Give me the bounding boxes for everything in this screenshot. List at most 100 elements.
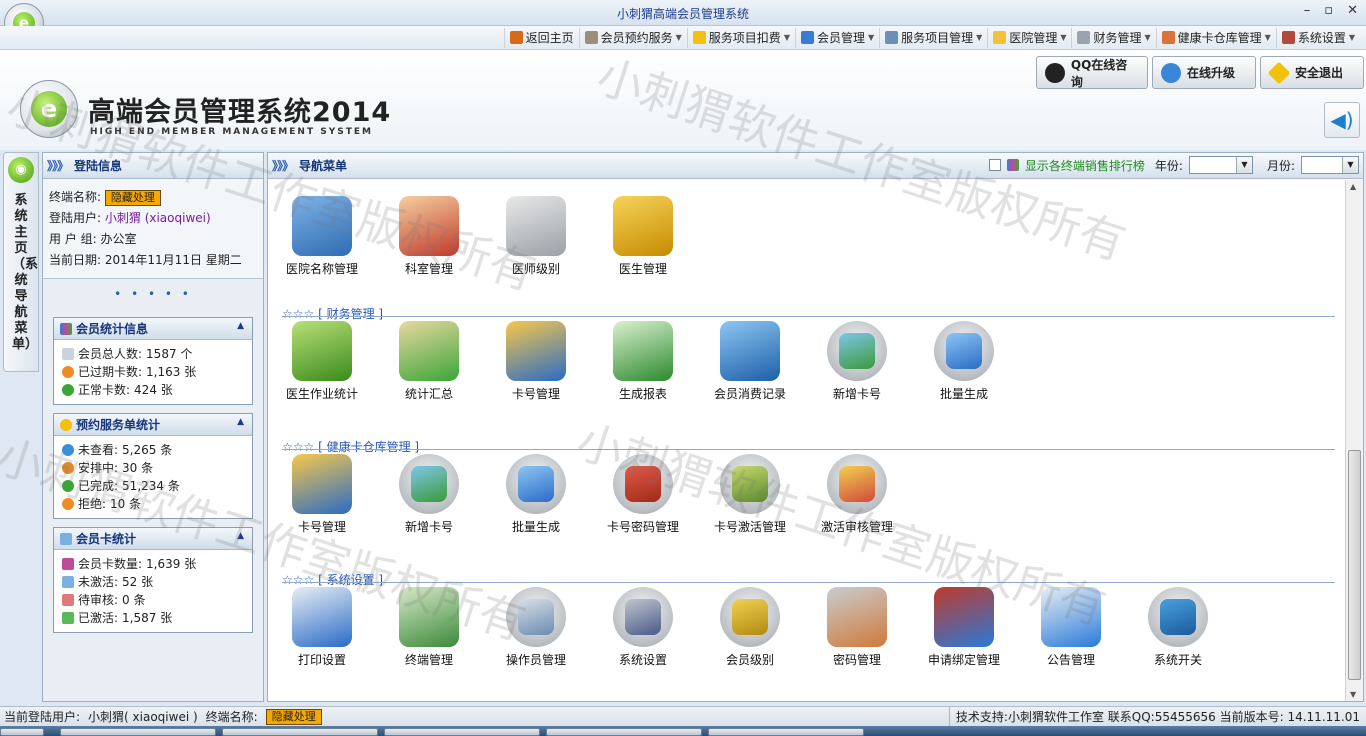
nav-tile-credit-card[interactable]: 卡号管理 xyxy=(272,454,372,535)
close-button[interactable]: ✕ xyxy=(1347,3,1358,18)
nav-tile-operator[interactable]: 操作员管理 xyxy=(486,587,586,668)
safe-exit-button[interactable]: 安全退出 xyxy=(1260,56,1364,89)
minimize-button[interactable]: – xyxy=(1304,3,1311,18)
nav-tile-person-gold[interactable]: 医生管理 xyxy=(593,196,693,277)
collapse-arrow-icon[interactable]: ▲ xyxy=(237,531,244,541)
nav-tile-padlock-user[interactable]: 密码管理 xyxy=(807,587,907,668)
menu-item-document[interactable]: 财务管理 ▼ xyxy=(1071,27,1155,48)
nav-tile-label: 医院名称管理 xyxy=(285,262,358,276)
collapse-arrow-icon[interactable]: ▲ xyxy=(237,321,244,331)
online-upgrade-button[interactable]: 在线升级 xyxy=(1152,56,1256,89)
booking-stats-header[interactable]: 预约服务单统计 ▲ xyxy=(54,414,252,436)
year-select[interactable]: ▼ xyxy=(1188,156,1253,174)
nav-tile-shop[interactable]: 终端管理 xyxy=(379,587,479,668)
chevron-down-icon[interactable]: ▼ xyxy=(1349,33,1355,42)
nav-tile-camera[interactable]: 系统设置 xyxy=(593,587,693,668)
taskbar-item[interactable] xyxy=(384,728,540,736)
scroll-up-icon[interactable]: ▲ xyxy=(1350,182,1356,191)
nav-tile-map[interactable]: 卡号激活管理 xyxy=(700,454,800,535)
maximize-button[interactable]: ▫ xyxy=(1324,3,1333,18)
chevron-down-icon[interactable]: ▼ xyxy=(868,33,874,42)
nav-tile-outbound-details[interactable]: 会员消费记录 xyxy=(700,321,800,402)
stat-row: 未查看: 5,265 条 xyxy=(62,441,244,459)
tag-icon xyxy=(1161,31,1175,44)
nav-tile-picture[interactable]: 新增卡号 xyxy=(807,321,907,402)
chevron-down-icon[interactable]: ▼ xyxy=(784,33,790,42)
check-icon xyxy=(62,384,74,396)
login-info-body: 终端名称: 隐藏处理 登陆用户: 小刺猬 (xiaoqiwei) 用 户 组: … xyxy=(43,179,263,279)
nav-tile-house-cross[interactable]: 科室管理 xyxy=(379,196,479,277)
taskbar-item[interactable] xyxy=(60,728,216,736)
check-icon xyxy=(62,480,74,492)
menu-item-list[interactable]: 服务项目管理 ▼ xyxy=(879,27,987,48)
system-home-tab[interactable]: ◉ 系统主页（系统导航菜单） xyxy=(3,152,39,372)
card-stats-header[interactable]: 会员卡统计 ▲ xyxy=(54,528,252,550)
chevron-down-icon[interactable]: ▼ xyxy=(1265,33,1271,42)
qq-consult-button[interactable]: QQ在线咨询 xyxy=(1036,56,1148,89)
nav-tile-globe-wall[interactable]: 申请绑定管理 xyxy=(914,587,1014,668)
chevron-down-icon[interactable]: ▼ xyxy=(976,33,982,42)
credit-card-icon xyxy=(506,321,566,381)
shop-icon xyxy=(399,587,459,647)
growth-chart-icon xyxy=(399,321,459,381)
nav-menu-header: 》》》 导航菜单 显示各终端销售排行榜 年份: ▼ 月份: ▼ xyxy=(268,153,1363,179)
taskbar-item[interactable] xyxy=(546,728,702,736)
nav-tile-label: 卡号激活管理 xyxy=(713,520,786,534)
nav-tile-chat-bubble[interactable]: 会员级别 xyxy=(700,587,800,668)
nav-tile-label: 公告管理 xyxy=(1046,653,1095,667)
menu-bar: 返回主页 会员预约服务 ▼ 服务项目扣费 ▼ 会员管理 ▼ 服务项目管理 ▼ 医院管理 ▼ 财务管理 ▼… xyxy=(0,26,1366,50)
menu-item-home[interactable]: 返回主页 xyxy=(503,27,579,48)
stat-label: 未查看: xyxy=(78,443,119,457)
vertical-scrollbar[interactable]: ▲ ▼ xyxy=(1345,180,1363,701)
nav-tile-printer[interactable]: 打印设置 xyxy=(272,587,372,668)
scroll-down-icon[interactable]: ▼ xyxy=(1350,690,1356,699)
status-terminal-badge: 隐藏处理 xyxy=(265,708,322,725)
chevron-down-icon[interactable]: ▼ xyxy=(1145,33,1151,42)
menu-item-tag[interactable]: 健康卡仓库管理 ▼ xyxy=(1155,27,1276,48)
nav-tile-label: 卡号管理 xyxy=(511,387,560,401)
scrollbar-thumb[interactable] xyxy=(1348,450,1361,680)
nav-tile-thermometer[interactable]: 批量生成 xyxy=(486,454,586,535)
stat-label: 会员总人数: xyxy=(78,347,143,361)
nav-tile-growth-chart[interactable]: 统计汇总 xyxy=(379,321,479,402)
stat-value: 52 张 xyxy=(122,575,154,589)
menu-item-star[interactable]: 服务项目扣费 ▼ xyxy=(686,27,795,48)
chevron-down-icon[interactable]: ▼ xyxy=(676,33,682,42)
nav-tile-megaphone[interactable]: 公告管理 xyxy=(1021,587,1121,668)
taskbar-item[interactable] xyxy=(222,728,378,736)
panel-splitter[interactable]: • • • • • xyxy=(43,279,263,309)
nav-tile-first-aid-kit[interactable]: 医师级别 xyxy=(486,196,586,277)
taskbar-item[interactable] xyxy=(708,728,864,736)
member-stats-header[interactable]: 会员统计信息 ▲ xyxy=(54,318,252,340)
menu-item-user[interactable]: 会员管理 ▼ xyxy=(794,27,879,48)
chevron-down-icon[interactable]: ▼ xyxy=(1060,33,1066,42)
header-banner: e 高端会员管理系统2014 HIGH END MEMBER MANAGEMEN… xyxy=(0,50,1366,150)
stat-label: 已过期卡数: xyxy=(78,365,143,379)
ranking-label[interactable]: 显示各终端销售排行榜 xyxy=(1025,157,1145,174)
nav-tile-pie-chart[interactable]: 医生作业统计 xyxy=(272,321,372,402)
nav-tile-picture[interactable]: 新增卡号 xyxy=(379,454,479,535)
stat-row: 已激活: 1,587 张 xyxy=(62,609,244,627)
nav-tile-label: 密码管理 xyxy=(832,653,881,667)
stat-label: 拒绝: xyxy=(78,497,107,511)
section-header: ☆☆☆ [ 健康卡仓库管理 ] xyxy=(282,440,420,454)
menu-item-tools[interactable]: 系统设置 ▼ xyxy=(1275,27,1360,48)
menu-item-folder[interactable]: 医院管理 ▼ xyxy=(987,27,1071,48)
nav-tile-mail[interactable]: 卡号密码管理 xyxy=(593,454,693,535)
chevron-down-icon[interactable]: ▼ xyxy=(1235,157,1252,173)
nav-tile-excel-report[interactable]: 生成报表 xyxy=(593,321,693,402)
menu-item-calendar[interactable]: 会员预约服务 ▼ xyxy=(578,27,687,48)
collapse-arrow-icon[interactable]: ▲ xyxy=(237,417,244,427)
speaker-icon[interactable]: ◀) xyxy=(1324,102,1360,138)
start-button[interactable] xyxy=(0,728,44,736)
user-group-label: 用 户 组: xyxy=(49,232,97,246)
month-select[interactable]: ▼ xyxy=(1301,156,1359,174)
nav-tile-refresh[interactable]: 系统开关 xyxy=(1128,587,1228,668)
nav-tile-credit-card[interactable]: 卡号管理 xyxy=(486,321,586,402)
nav-tile-browser[interactable]: 激活审核管理 xyxy=(807,454,907,535)
chevron-down-icon[interactable]: ▼ xyxy=(1342,157,1358,173)
nav-tile-thermometer[interactable]: 批量生成 xyxy=(914,321,1014,402)
nav-tile-hospital-building[interactable]: 医院名称管理 xyxy=(272,196,372,277)
login-user-value: 小刺猬 (xiaoqiwei) xyxy=(104,211,211,225)
ranking-checkbox[interactable] xyxy=(988,159,1001,171)
